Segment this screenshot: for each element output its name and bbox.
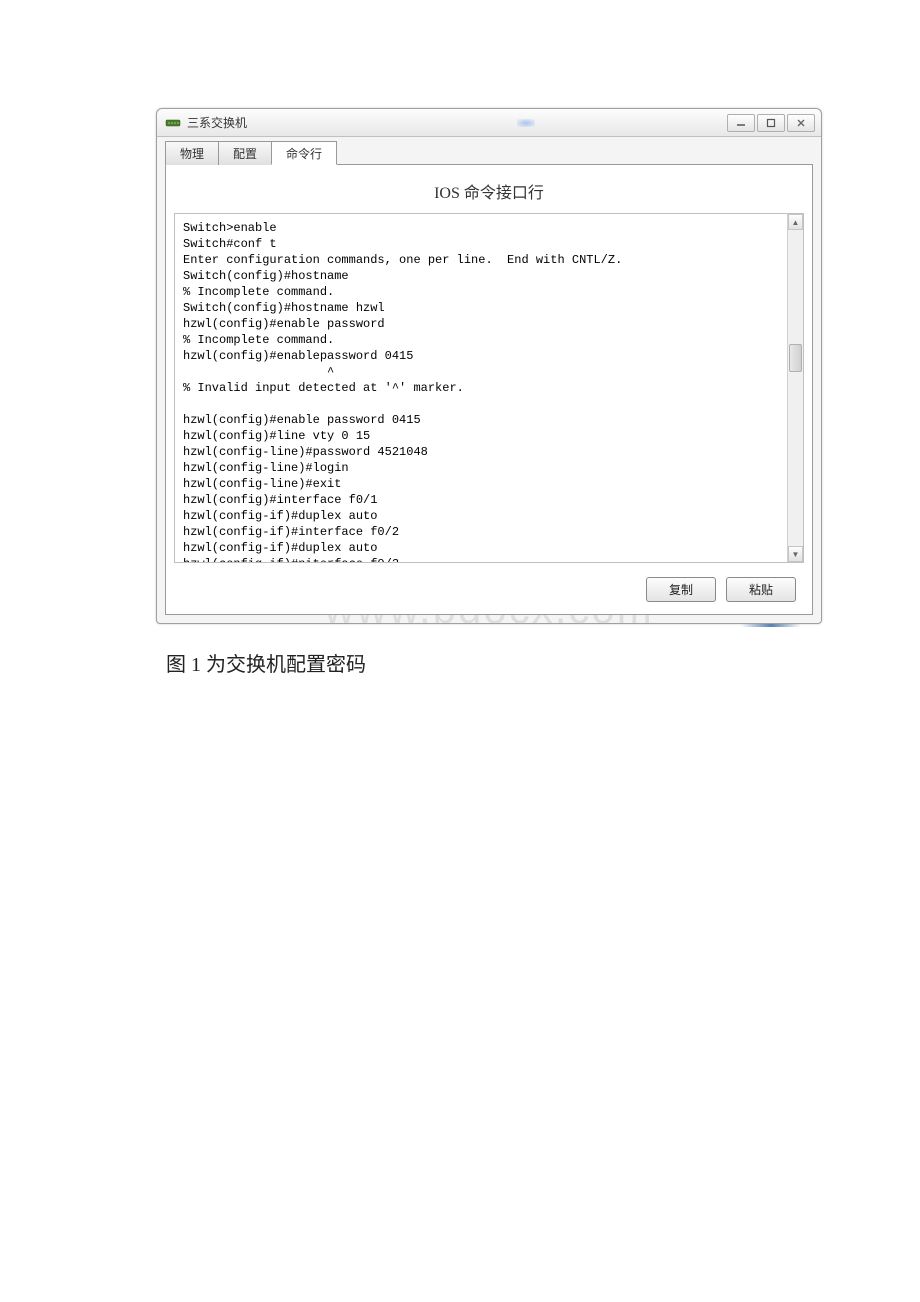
copy-button[interactable]: 复制 (646, 577, 716, 602)
titlebar-left: 三系交换机 (165, 114, 247, 131)
terminal-wrap: Switch>enable Switch#conf t Enter config… (174, 213, 804, 563)
app-icon (165, 115, 181, 131)
minimize-button[interactable] (727, 114, 755, 132)
maximize-button[interactable] (757, 114, 785, 132)
tab-cli[interactable]: 命令行 (271, 141, 337, 165)
window-body: 物理 配置 命令行 IOS 命令接口行 Switch>enable Switch… (157, 137, 821, 623)
section-title: IOS 命令接口行 (174, 173, 804, 213)
tab-strip: 物理 配置 命令行 (165, 141, 813, 165)
vertical-scrollbar[interactable]: ▲ ▼ (787, 214, 803, 562)
scroll-thumb[interactable] (789, 344, 802, 372)
titlebar: 三系交换机 (157, 109, 821, 137)
scroll-down-arrow[interactable]: ▼ (788, 546, 803, 562)
decorative-border (741, 624, 801, 627)
window-title: 三系交换机 (187, 114, 247, 131)
paste-button[interactable]: 粘贴 (726, 577, 796, 602)
button-row: 复制 粘贴 (174, 563, 804, 606)
scroll-up-arrow[interactable]: ▲ (788, 214, 803, 230)
figure-caption: 图 1 为交换机配置密码 (156, 648, 764, 677)
decorative-highlight (517, 119, 535, 127)
tab-config[interactable]: 配置 (218, 141, 272, 165)
close-button[interactable] (787, 114, 815, 132)
tab-physical[interactable]: 物理 (165, 141, 219, 165)
tab-content: IOS 命令接口行 Switch>enable Switch#conf t En… (165, 164, 813, 615)
window-controls (725, 114, 815, 132)
cli-terminal[interactable]: Switch>enable Switch#conf t Enter config… (174, 213, 804, 563)
app-window: 三系交换机 物理 配置 命令行 IOS 命令接口行 Switch>enable … (156, 108, 822, 624)
